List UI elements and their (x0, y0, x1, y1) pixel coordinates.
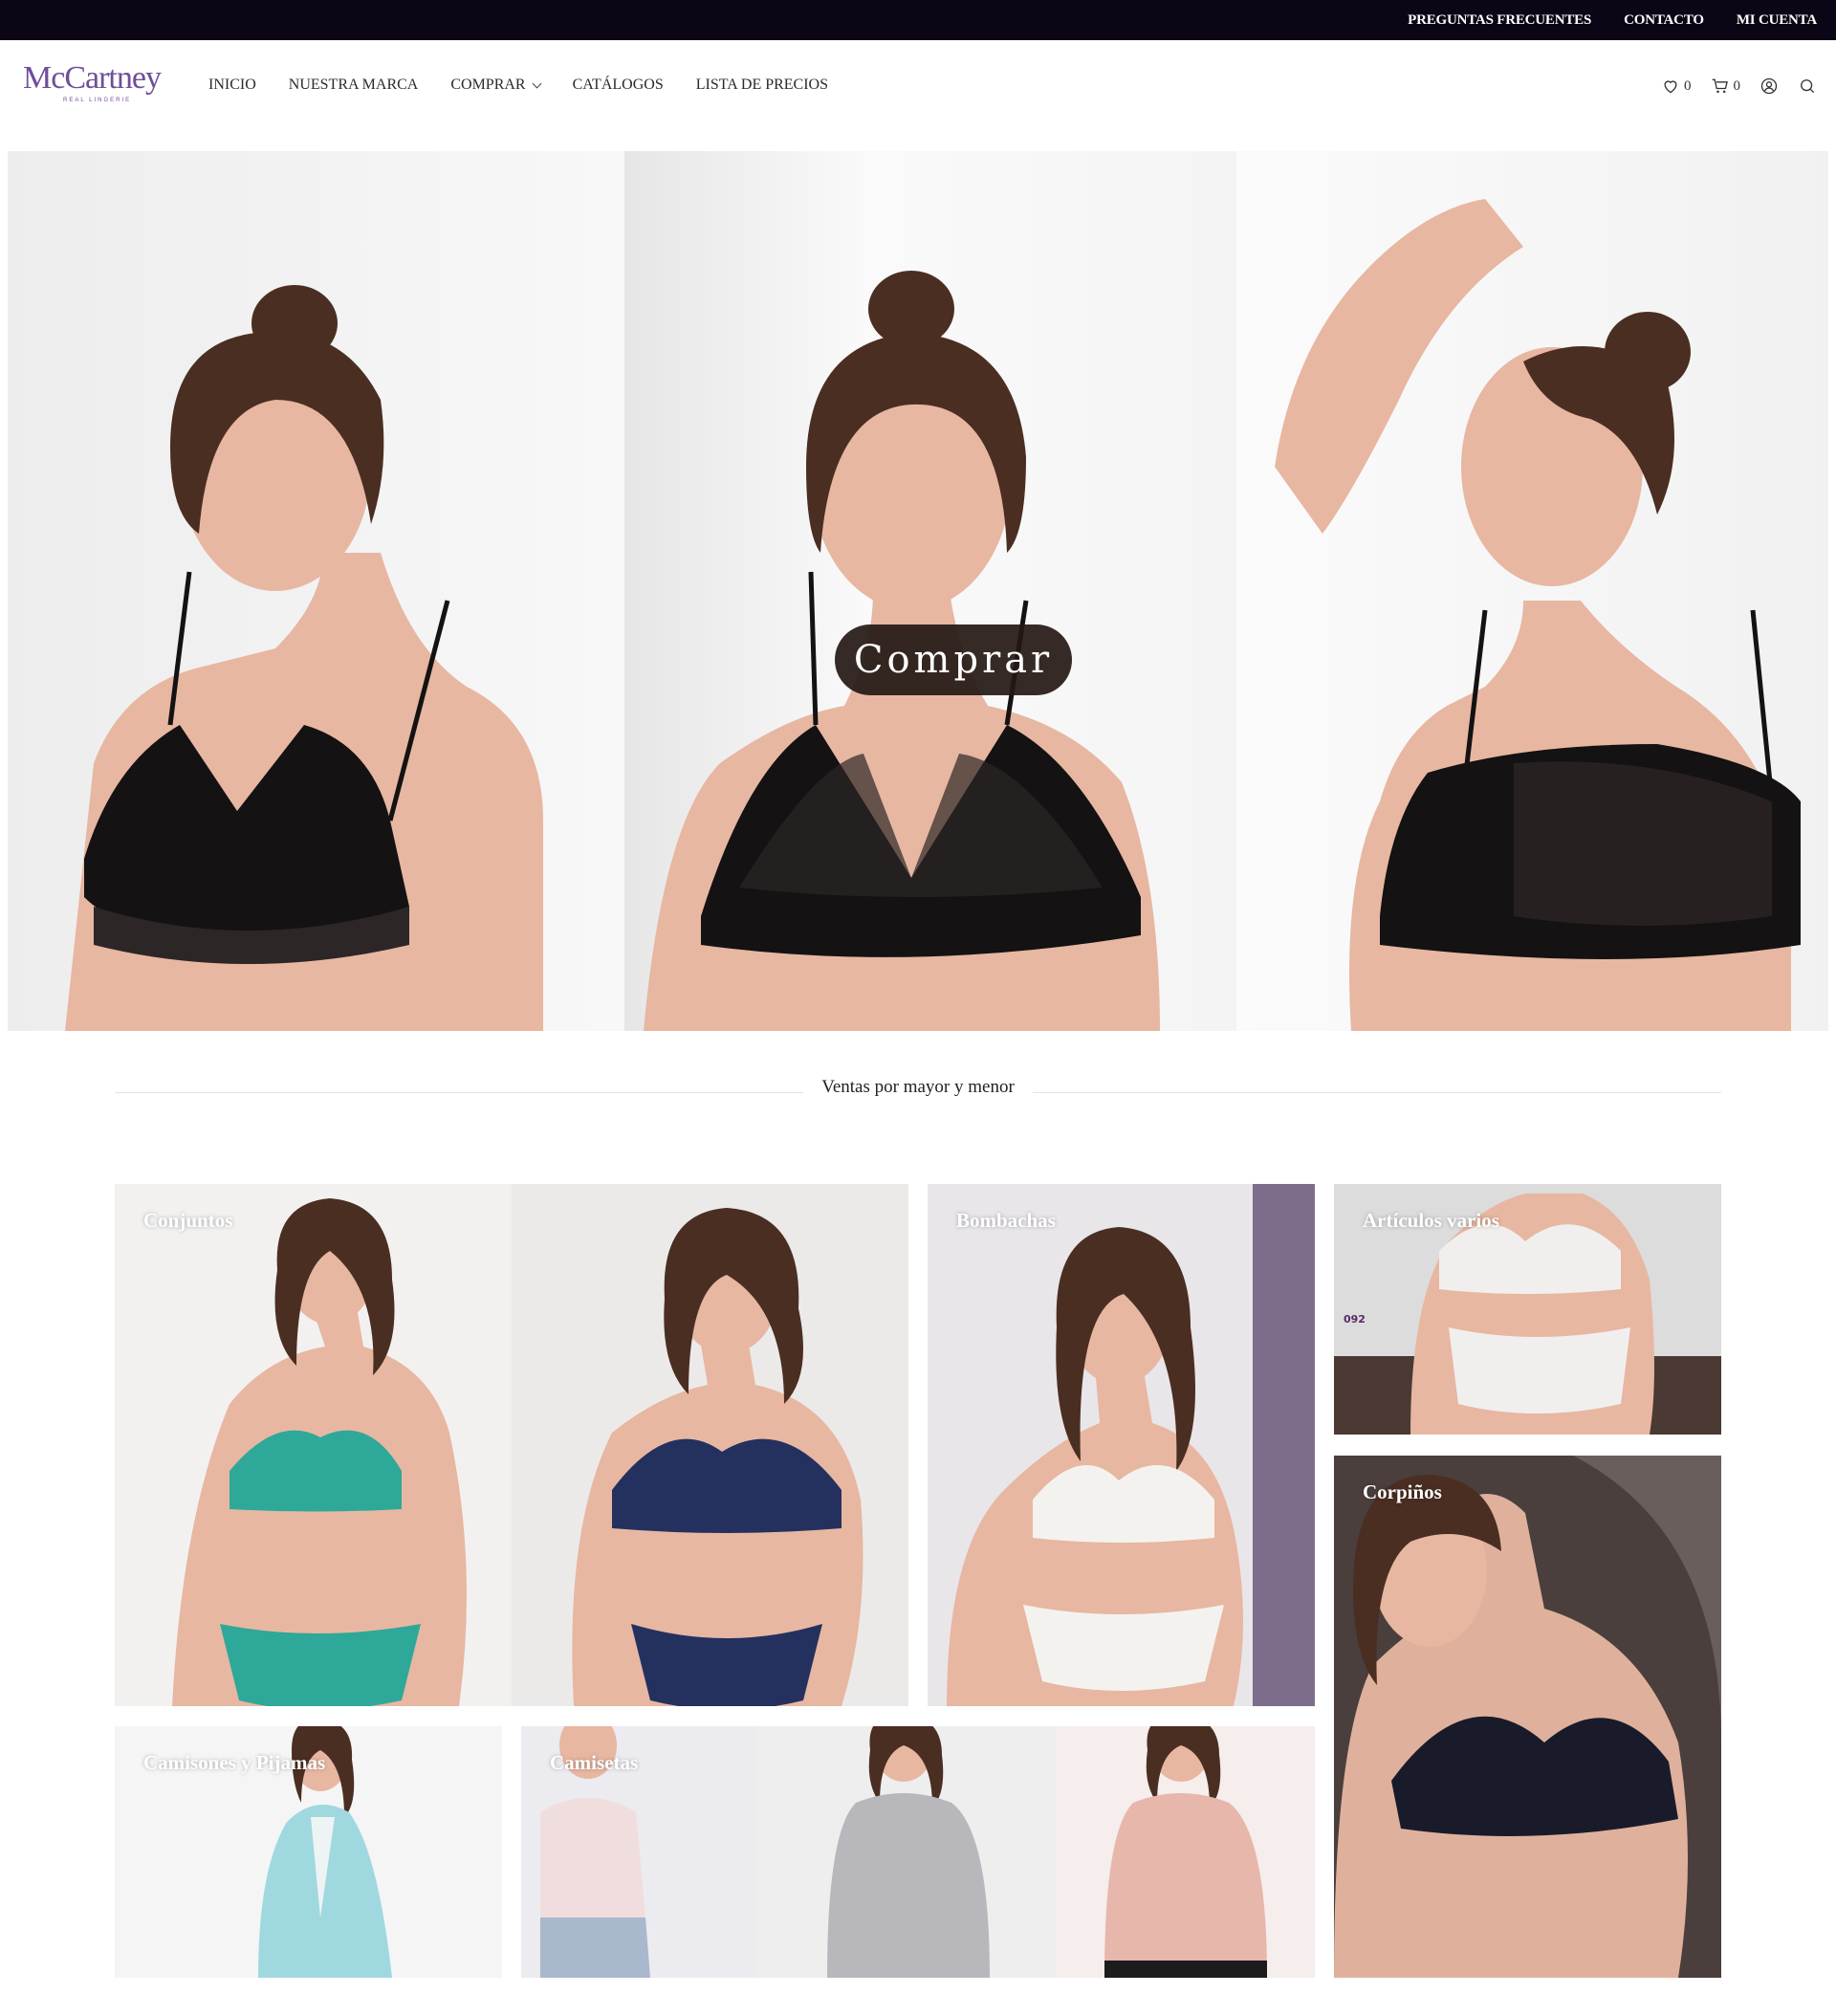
hero-photo-left (8, 151, 624, 1031)
category-tile-camisetas[interactable]: Camisetas (521, 1726, 1315, 1978)
logo-tagline: REAL LINGERIE (63, 98, 132, 103)
chevron-down-icon (532, 78, 542, 88)
nav-comprar-label: COMPRAR (450, 77, 526, 93)
category-label-camisetas: Camisetas (550, 1751, 639, 1774)
hero-banner[interactable]: Comprar (8, 151, 1828, 1031)
corpinos-photo (1334, 1456, 1721, 1978)
hero-photo-center (624, 151, 1236, 1031)
nav-catalogos[interactable]: CATÁLOGOS (573, 77, 664, 94)
bombachas-photo (928, 1184, 1315, 1706)
category-tile-bombachas[interactable]: Bombachas (928, 1184, 1315, 1706)
my-account-link[interactable]: MI CUENTA (1737, 12, 1817, 29)
logo-wordmark: McCartney (23, 60, 162, 96)
nav-inicio[interactable]: INICIO (208, 77, 256, 94)
nav-lista-de-precios[interactable]: LISTA DE PRECIOS (696, 77, 828, 94)
camisetas-photo (521, 1726, 1315, 1978)
category-label-camisones-pijamas: Camisones y Pijamas (143, 1751, 326, 1774)
heart-icon (1664, 80, 1677, 94)
conjuntos-photo (115, 1184, 908, 1706)
nav-lista-de-precios-label: LISTA DE PRECIOS (695, 77, 829, 93)
faq-link[interactable]: PREGUNTAS FRECUENTES (1408, 12, 1591, 29)
header-icons: 0 0 (1661, 77, 1817, 96)
top-utility-bar: PREGUNTAS FRECUENTES CONTACTO MI CUENTA (0, 0, 1836, 40)
brand-logo[interactable]: McCartney REAL LINGERIE (23, 59, 166, 117)
wishlist-count: 0 (1684, 77, 1692, 94)
search-icon (1801, 79, 1815, 94)
category-label-articulos-varios: Artículos varios (1363, 1209, 1499, 1232)
category-tile-conjuntos[interactable]: Conjuntos (115, 1184, 908, 1706)
main-nav: INICIO NUESTRA MARCA COMPRAR CATÁLOGOS L… (208, 77, 861, 94)
nav-nuestra-marca[interactable]: NUESTRA MARCA (289, 77, 419, 94)
category-tile-corpinos[interactable]: Corpiños (1334, 1456, 1721, 1978)
nav-inicio-label: INICIO (208, 77, 256, 93)
section-title: Ventas por mayor y menor (803, 1077, 1033, 1098)
category-label-conjuntos: Conjuntos (143, 1209, 233, 1232)
model-photo-left (65, 285, 543, 1031)
cart-count: 0 (1733, 77, 1741, 94)
search-button[interactable] (1798, 77, 1817, 96)
cart-button[interactable]: 0 (1711, 77, 1741, 96)
articulos-badge: 092 (1344, 1313, 1366, 1326)
wishlist-button[interactable]: 0 (1661, 77, 1692, 96)
category-tile-articulos-varios[interactable]: 092 Artículos varios (1334, 1184, 1721, 1435)
user-icon (1760, 77, 1778, 95)
model-photo-right (1275, 199, 1801, 1031)
model-photo-center (644, 271, 1160, 1031)
nav-catalogos-label: CATÁLOGOS (572, 77, 664, 93)
category-label-corpinos: Corpiños (1363, 1480, 1442, 1503)
shop-now-button[interactable]: Comprar (835, 625, 1072, 695)
account-button[interactable] (1760, 77, 1779, 96)
nav-nuestra-marca-label: NUESTRA MARCA (288, 77, 419, 93)
category-label-bombachas: Bombachas (956, 1209, 1056, 1232)
category-tile-camisones-pijamas[interactable]: Camisones y Pijamas (115, 1726, 502, 1978)
nav-comprar[interactable]: COMPRAR (450, 77, 542, 94)
site-header: McCartney REAL LINGERIE INICIO NUESTRA M… (0, 40, 1836, 151)
contact-link[interactable]: CONTACTO (1624, 12, 1704, 29)
cart-icon (1712, 78, 1728, 94)
hero-photo-right (1236, 151, 1828, 1031)
